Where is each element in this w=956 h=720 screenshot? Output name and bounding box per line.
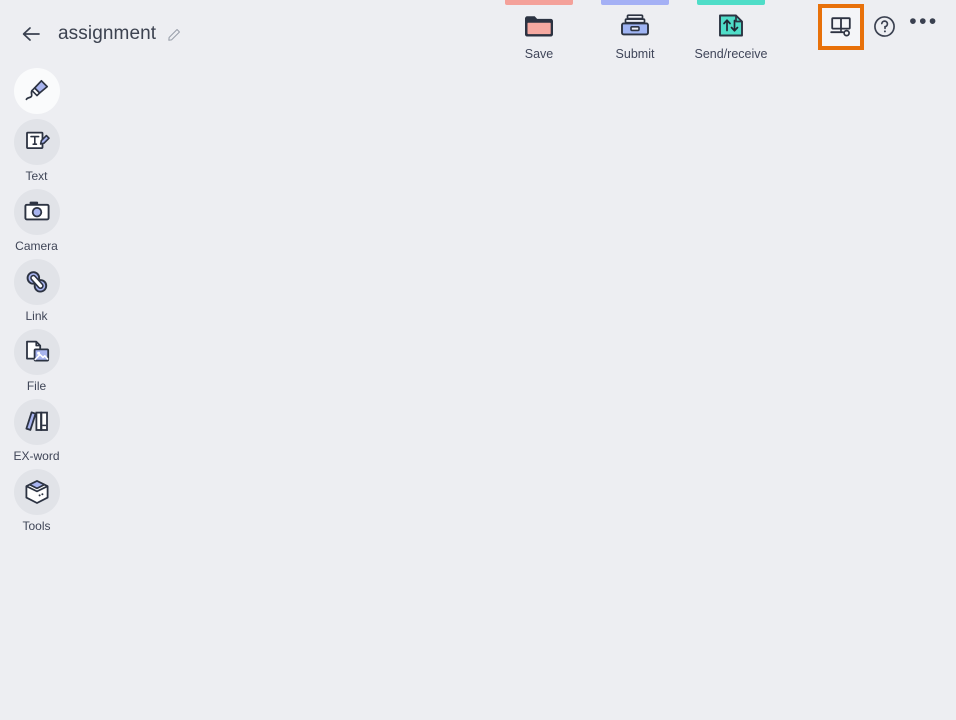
camera-icon xyxy=(23,201,50,221)
sidebar-item-camera-label: Camera xyxy=(15,239,58,253)
title-zone: assignment xyxy=(0,0,184,68)
pencil-icon xyxy=(167,28,180,41)
send-receive-label: Send/receive xyxy=(694,47,768,61)
camera-circle xyxy=(13,189,60,235)
help-icon xyxy=(873,15,895,37)
pen-circle xyxy=(13,68,60,114)
edit-title-button[interactable] xyxy=(164,24,184,44)
back-arrow-icon xyxy=(22,27,40,41)
send-receive-accent-bar xyxy=(697,0,765,5)
presentation-board-icon xyxy=(830,17,851,37)
sidebar-item-file[interactable]: File xyxy=(0,329,73,394)
submit-label: Submit xyxy=(615,47,655,61)
top-bar: assignment Save Submit Send/receive ••• xyxy=(0,0,956,68)
sidebar-item-link-label: Link xyxy=(25,309,48,323)
send-receive-button[interactable]: Send/receive xyxy=(694,0,768,61)
exword-circle xyxy=(13,399,60,445)
save-button[interactable]: Save xyxy=(505,0,573,61)
more-options-icon: ••• xyxy=(909,10,939,33)
sidebar-item-exword[interactable]: EX-word xyxy=(0,399,73,464)
submit-accent-bar xyxy=(601,0,669,5)
more-options-button[interactable]: ••• xyxy=(904,8,944,44)
sidebar-item-tools-label: Tools xyxy=(22,519,51,533)
sidebar-item-link[interactable]: Link xyxy=(0,259,73,324)
save-accent-bar xyxy=(505,0,573,5)
left-sidebar: Text Camera Link File EX-word Tools xyxy=(0,68,73,720)
center-toolbar: Save Submit Send/receive xyxy=(505,0,768,68)
sidebar-item-file-label: File xyxy=(26,379,47,393)
note-canvas[interactable] xyxy=(73,68,956,720)
link-icon xyxy=(26,271,47,293)
submit-button[interactable]: Submit xyxy=(601,0,669,61)
help-button[interactable] xyxy=(866,8,902,44)
save-label: Save xyxy=(524,47,554,61)
pen-marker-icon xyxy=(25,79,48,101)
sidebar-item-text[interactable]: Text xyxy=(0,119,73,184)
books-icon xyxy=(25,411,48,431)
right-actions: ••• xyxy=(818,0,944,76)
inbox-tray-icon xyxy=(618,9,652,43)
link-circle xyxy=(13,259,60,305)
page-title: assignment xyxy=(58,23,157,44)
send-receive-icon xyxy=(714,9,748,43)
folder-icon xyxy=(522,9,556,43)
sidebar-item-exword-label: EX-word xyxy=(13,449,60,463)
app-root: assignment Save Submit Send/receive ••• … xyxy=(0,0,956,720)
text-circle xyxy=(13,119,60,165)
sidebar-item-tools[interactable]: Tools xyxy=(0,469,73,534)
sidebar-item-text-label: Text xyxy=(25,169,48,183)
toolbox-icon xyxy=(25,480,48,504)
text-icon xyxy=(25,131,50,149)
sidebar-item-pen[interactable] xyxy=(0,68,73,114)
back-button[interactable] xyxy=(14,17,48,51)
file-image-icon xyxy=(25,340,49,362)
file-circle xyxy=(13,329,60,375)
tools-circle xyxy=(13,469,60,515)
sidebar-item-camera[interactable]: Camera xyxy=(0,189,73,254)
presentation-board-button[interactable] xyxy=(818,4,864,50)
